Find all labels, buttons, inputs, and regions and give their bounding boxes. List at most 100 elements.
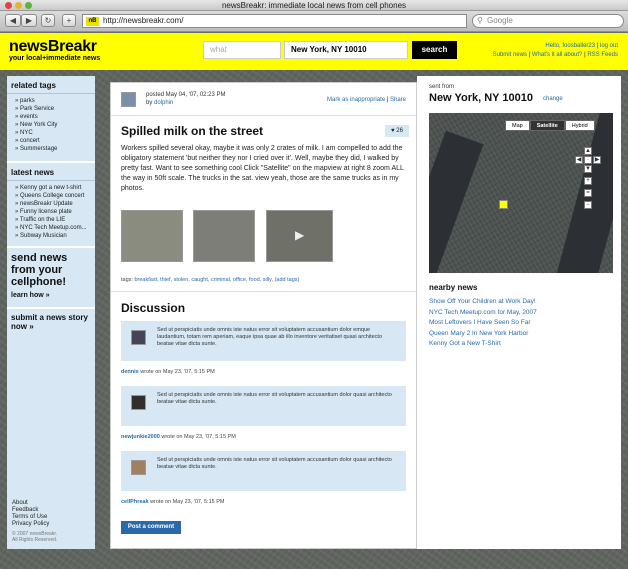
browser-search-placeholder: Google: [487, 16, 513, 25]
map-type-buttons: Map Satellite Hybrid: [505, 120, 595, 131]
map-button[interactable]: Map: [505, 120, 530, 131]
commenter-avatar[interactable]: [131, 330, 146, 345]
rss-link[interactable]: RSS Feeds: [587, 52, 618, 58]
site-logo[interactable]: newsBreakr: [9, 38, 97, 56]
reload-icon[interactable]: ↻: [41, 14, 55, 27]
commenter-avatar[interactable]: [131, 460, 146, 475]
minimize-window-icon[interactable]: [15, 2, 22, 9]
user-links: Hello, foosballer23 | log out: [545, 43, 618, 49]
close-window-icon[interactable]: [5, 2, 12, 9]
latest-news-link[interactable]: Subway Musician: [15, 232, 95, 240]
footer-terms-link[interactable]: Terms of Use: [12, 514, 57, 521]
zoom-window-icon[interactable]: [25, 2, 32, 9]
latest-news-link[interactable]: Traffic on the LIE: [15, 216, 95, 224]
pan-down-icon[interactable]: ▼: [584, 165, 592, 173]
commenter-avatar[interactable]: [131, 395, 146, 410]
browser-toolbar: ◀ ▶ ↻ + nB http://newsbreakr.com/ ⚲ Goog…: [0, 11, 628, 32]
pan-right-icon[interactable]: ▶: [593, 156, 601, 164]
forward-icon[interactable]: ▶: [21, 14, 37, 27]
nearby-news-heading: nearby news: [429, 283, 478, 292]
comment-box: Sed ut perspiciatis unde omnis iste natu…: [121, 321, 406, 361]
post-date: posted May 04, '07, 02:23 PM: [146, 92, 226, 98]
url-text: http://newsbreakr.com/: [103, 16, 184, 25]
submit-story-link[interactable]: submit a news story now »: [11, 313, 91, 331]
tags-links[interactable]: breakfast, thief, stolen, caught, crimin…: [134, 277, 299, 283]
comment-date: wrote on May 23, '07, 5:15 PM: [140, 369, 215, 375]
nearby-news-link[interactable]: Queen Mary 2 In New York Harbor: [429, 330, 528, 337]
mark-inappropriate-link[interactable]: Mark as inappropriate: [327, 97, 385, 103]
play-icon[interactable]: ▶: [295, 228, 304, 242]
window-titlebar: newsBreakr: immediate local news from ce…: [0, 0, 628, 11]
latest-news-link[interactable]: newsBreakr Update: [15, 200, 95, 208]
comment-date: wrote on May 23, '07, 5:15 PM: [150, 499, 225, 505]
river-shape: [429, 130, 484, 273]
tag-link[interactable]: events: [15, 113, 95, 121]
tag-link[interactable]: Summerstage: [15, 145, 95, 153]
photo-thumbnail[interactable]: [193, 210, 255, 262]
nearby-news-link[interactable]: Most Leftovers I Have Seen So Far: [429, 319, 531, 326]
like-button[interactable]: ♥ 26: [385, 125, 409, 137]
about-link[interactable]: What's it all about?: [532, 52, 583, 58]
tag-link[interactable]: parks: [15, 97, 95, 105]
author-avatar[interactable]: [121, 92, 136, 107]
post-comment-button[interactable]: Post a comment: [121, 521, 181, 534]
comment-date: wrote on May 23, '07, 5:15 PM: [161, 434, 236, 440]
add-bookmark-icon[interactable]: +: [62, 14, 76, 27]
footer-privacy-link[interactable]: Privacy Policy: [12, 521, 57, 528]
satellite-map[interactable]: Map Satellite Hybrid ▲ ◀ · ▶ ▼ + = −: [429, 113, 613, 273]
nearby-news-link[interactable]: Kenny Got a New T-Shirt: [429, 340, 501, 347]
footer-about-link[interactable]: About: [12, 500, 57, 507]
photo-thumbnail[interactable]: [121, 210, 183, 262]
zoom-in-icon[interactable]: +: [584, 177, 592, 185]
zoom-slider[interactable]: =: [584, 189, 592, 197]
footer-links: About Feedback Terms of Use Privacy Poli…: [12, 500, 57, 543]
nearby-news-link[interactable]: Show Off Your Children at Work Day!: [429, 298, 536, 305]
latest-news-link[interactable]: Funny license plate: [15, 208, 95, 216]
back-icon[interactable]: ◀: [5, 14, 21, 27]
share-link[interactable]: Share: [390, 97, 406, 103]
logout-link[interactable]: log out: [600, 43, 618, 49]
commenter-link[interactable]: cellPhreak: [121, 499, 149, 505]
window-title: newsBreakr: immediate local news from ce…: [221, 1, 407, 10]
search-button[interactable]: search: [412, 41, 457, 59]
tag-link[interactable]: Park Service: [15, 105, 95, 113]
post-title: Spilled milk on the street: [121, 124, 264, 138]
comment-text: Sed ut perspiciatis unde omnis iste natu…: [157, 392, 392, 405]
tag-link[interactable]: NYC: [15, 129, 95, 137]
hybrid-button[interactable]: Hybrid: [564, 120, 595, 131]
comment-text: Sed ut perspiciatis unde omnis iste natu…: [157, 327, 383, 347]
copyright: © 2007 newsBreakr. All Rights Reserved.: [12, 531, 57, 543]
tag-link[interactable]: New York City: [15, 121, 95, 129]
related-tags-heading: related tags: [7, 76, 95, 94]
latest-news-link[interactable]: Queens College concert: [15, 192, 95, 200]
video-thumbnail[interactable]: ▶: [266, 210, 333, 262]
learn-how-link[interactable]: learn how »: [11, 292, 91, 299]
tag-link[interactable]: concert: [15, 137, 95, 145]
greeting-link[interactable]: Hello, foosballer23: [545, 43, 595, 49]
satellite-button[interactable]: Satellite: [529, 120, 565, 131]
latest-news-link[interactable]: NYC Tech Meetup.com...: [15, 224, 95, 232]
nearby-news-link[interactable]: NYC Tech Meetup.com for May, 2007: [429, 309, 537, 316]
footer-feedback-link[interactable]: Feedback: [12, 507, 57, 514]
what-input[interactable]: what: [203, 41, 281, 59]
search-icon: ⚲: [477, 16, 483, 25]
zoom-out-icon[interactable]: −: [584, 201, 592, 209]
pan-center-icon[interactable]: ·: [584, 156, 592, 164]
browser-search-input[interactable]: ⚲ Google: [472, 14, 624, 28]
send-news-cta[interactable]: send news from your cellphone! learn how…: [7, 246, 95, 303]
address-bar[interactable]: nB http://newsbreakr.com/: [82, 14, 467, 28]
latest-news-link[interactable]: Kenny got a new t-shirt: [15, 184, 95, 192]
post-body: Workers spilled several okay, maybe it w…: [121, 145, 404, 192]
location-marker-icon[interactable]: [499, 200, 508, 209]
author-link[interactable]: dolphin: [154, 100, 173, 106]
post-tags: tags: breakfast, thief, stolen, caught, …: [121, 277, 299, 283]
where-input[interactable]: New York, NY 10010: [284, 41, 408, 59]
submit-story-cta[interactable]: submit a news story now »: [7, 307, 95, 335]
pan-left-icon[interactable]: ◀: [575, 156, 583, 164]
pan-up-icon[interactable]: ▲: [584, 147, 592, 155]
submit-news-link[interactable]: Submit news: [493, 52, 527, 58]
commenter-link[interactable]: dennis: [121, 369, 139, 375]
commenter-link[interactable]: newjunkie2000: [121, 434, 160, 440]
divider: [111, 115, 418, 116]
change-location-link[interactable]: change: [543, 96, 563, 102]
